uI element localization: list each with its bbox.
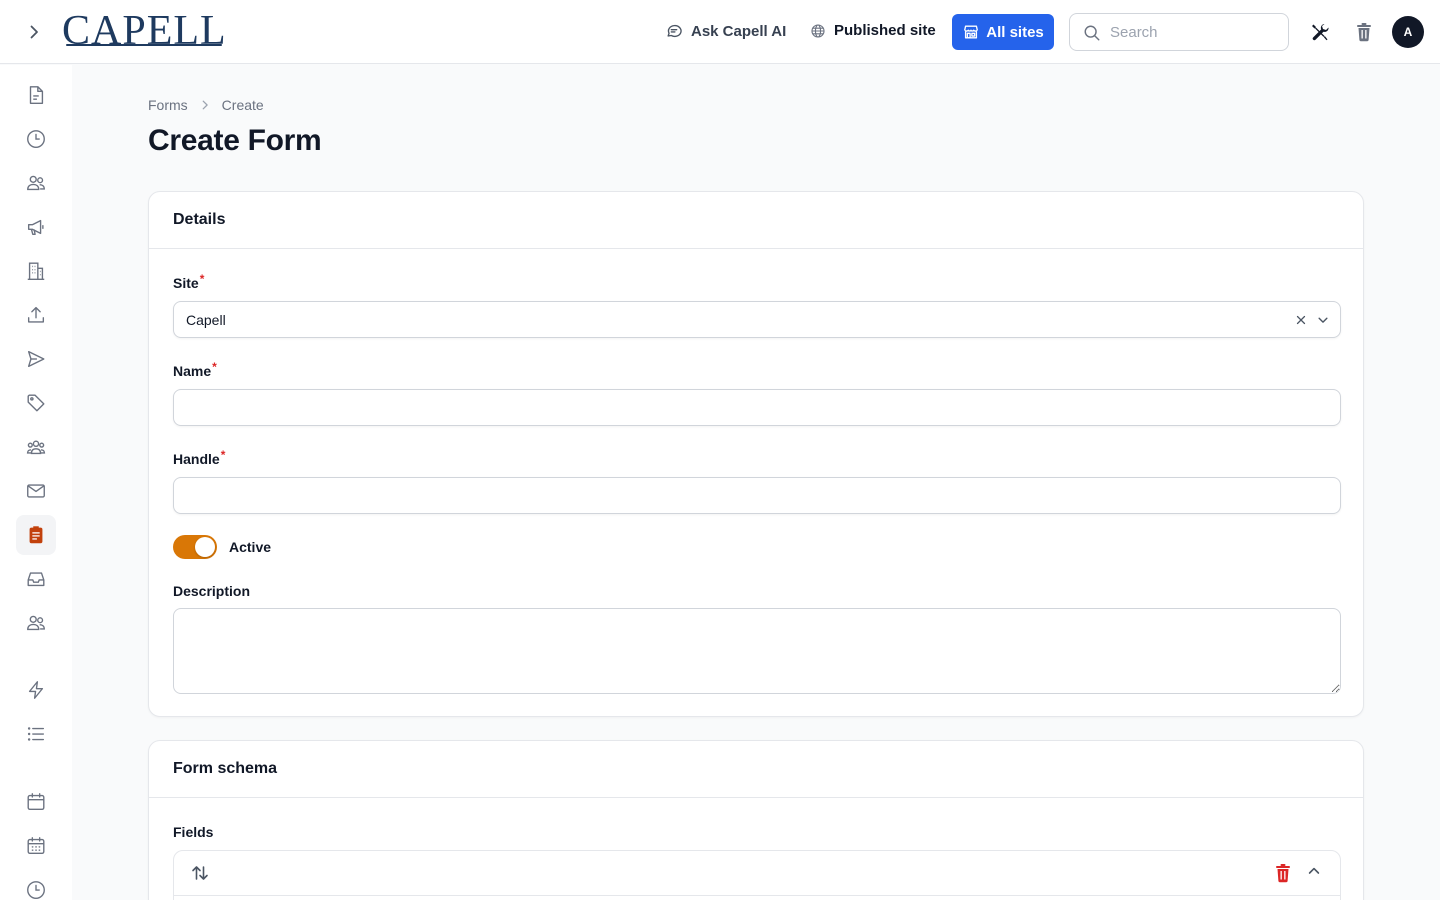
trash-icon [1357,23,1371,42]
paper-plane-icon [27,350,45,368]
bolt-icon [28,681,44,699]
chevron-down-icon [1318,317,1328,323]
sidebar-item-activity[interactable] [16,870,56,900]
site-label: Site* [173,272,205,291]
ask-ai-label: Ask Capell AI [691,22,787,40]
sidebar-item-history[interactable] [16,119,56,159]
sidebar-item-mail[interactable] [16,471,56,511]
capell-logo[interactable]: CAPELL [62,8,227,54]
name-input[interactable] [174,390,1340,425]
sidebar-item-campaigns[interactable] [16,207,56,247]
active-label: Active [229,539,272,555]
description-textarea[interactable] [174,609,1340,693]
breadcrumb-current: Create [221,97,264,113]
sidebar-item-pages[interactable] [16,75,56,115]
details-heading: Details [149,192,1363,249]
breadcrumb-forms-link[interactable]: Forms [148,97,188,113]
published-site-link[interactable]: Published site [810,22,936,39]
storefront-icon [964,25,979,39]
sidebar-item-users[interactable] [16,163,56,203]
document-icon [29,86,44,104]
field-item-header [174,851,1340,896]
clear-selection-button[interactable] [1294,313,1308,332]
page-title: Create Form [148,124,322,157]
name-label: Name* [173,360,217,379]
user-avatar[interactable]: A [1392,16,1424,48]
users-icon [27,175,45,191]
sidebar-item-forms[interactable] [16,515,56,555]
inbox-icon [27,572,45,587]
form-schema-heading: Form schema [149,741,1363,798]
ask-ai-button[interactable]: Ask Capell AI [665,22,786,40]
field-item [173,850,1341,900]
collapse-field-button[interactable] [1306,863,1322,884]
trash-button[interactable] [1355,22,1373,47]
tools-button[interactable] [1310,22,1330,47]
sidebar-item-organisations[interactable] [16,251,56,291]
calendar-days-icon [27,837,45,855]
required-mark: * [212,360,217,374]
sidebar-item-lists[interactable] [16,714,56,754]
delete-field-button[interactable] [1274,863,1292,888]
global-search[interactable] [1069,13,1289,51]
logo-underline [66,44,222,46]
sidebar-item-uploads[interactable] [16,295,56,335]
form-schema-section: Form schema Fields [148,740,1364,900]
all-sites-label: All sites [986,23,1044,41]
reorder-handle[interactable] [190,863,210,888]
search-input[interactable] [1110,23,1270,41]
handle-input[interactable] [174,478,1340,513]
envelope-icon [27,484,45,498]
required-mark: * [220,448,226,462]
calendar-icon [27,793,45,811]
sidebar [0,65,72,900]
clock-icon [27,881,45,899]
chevron-right-icon [202,100,208,110]
megaphone-icon [27,219,44,236]
toggle-knob [195,537,215,557]
tag-icon [27,394,45,412]
upload-icon [27,306,45,323]
name-field[interactable] [173,389,1341,426]
fields-label: Fields [173,824,214,840]
expand-sidebar-button[interactable] [22,20,46,44]
required-mark: * [199,272,205,286]
search-icon [1084,25,1100,41]
clock-icon [27,130,45,148]
users-icon [27,615,45,631]
chevron-up-icon [1308,867,1320,874]
all-sites-button[interactable]: All sites [952,14,1054,50]
list-icon [27,727,45,741]
clipboard-icon [29,526,43,544]
sidebar-item-members[interactable] [16,603,56,643]
published-site-label: Published site [834,22,936,39]
details-section: Details Site* Capell Name* Handle* Activ… [148,191,1364,717]
site-selected-value: Capell [186,312,226,328]
trash-icon [1276,864,1290,883]
sidebar-item-tags[interactable] [16,383,56,423]
close-icon [1296,315,1306,325]
sidebar-item-groups[interactable] [16,427,56,467]
sidebar-item-automations[interactable] [16,670,56,710]
chevron-right-icon [30,25,38,39]
user-group-icon [26,440,46,455]
description-label: Description [173,583,251,599]
sidebar-item-calendar[interactable] [16,782,56,822]
sidebar-item-send[interactable] [16,339,56,379]
arrows-up-down-icon [192,866,208,880]
site-dropdown-toggle[interactable] [1316,313,1330,332]
wrench-screwdriver-icon [1312,24,1329,41]
handle-field[interactable] [173,477,1341,514]
building-icon [27,262,45,280]
sidebar-item-schedule[interactable] [16,826,56,866]
active-toggle[interactable] [173,535,217,559]
breadcrumb: Forms Create [148,97,264,113]
top-bar: CAPELL Ask Capell AI Published site All … [0,0,1440,64]
globe-icon [811,23,825,38]
chat-bubble-icon [667,24,682,38]
site-select[interactable]: Capell [173,301,1341,338]
sidebar-item-inbox[interactable] [16,559,56,599]
handle-label: Handle* [173,448,226,467]
description-field[interactable] [173,608,1341,694]
